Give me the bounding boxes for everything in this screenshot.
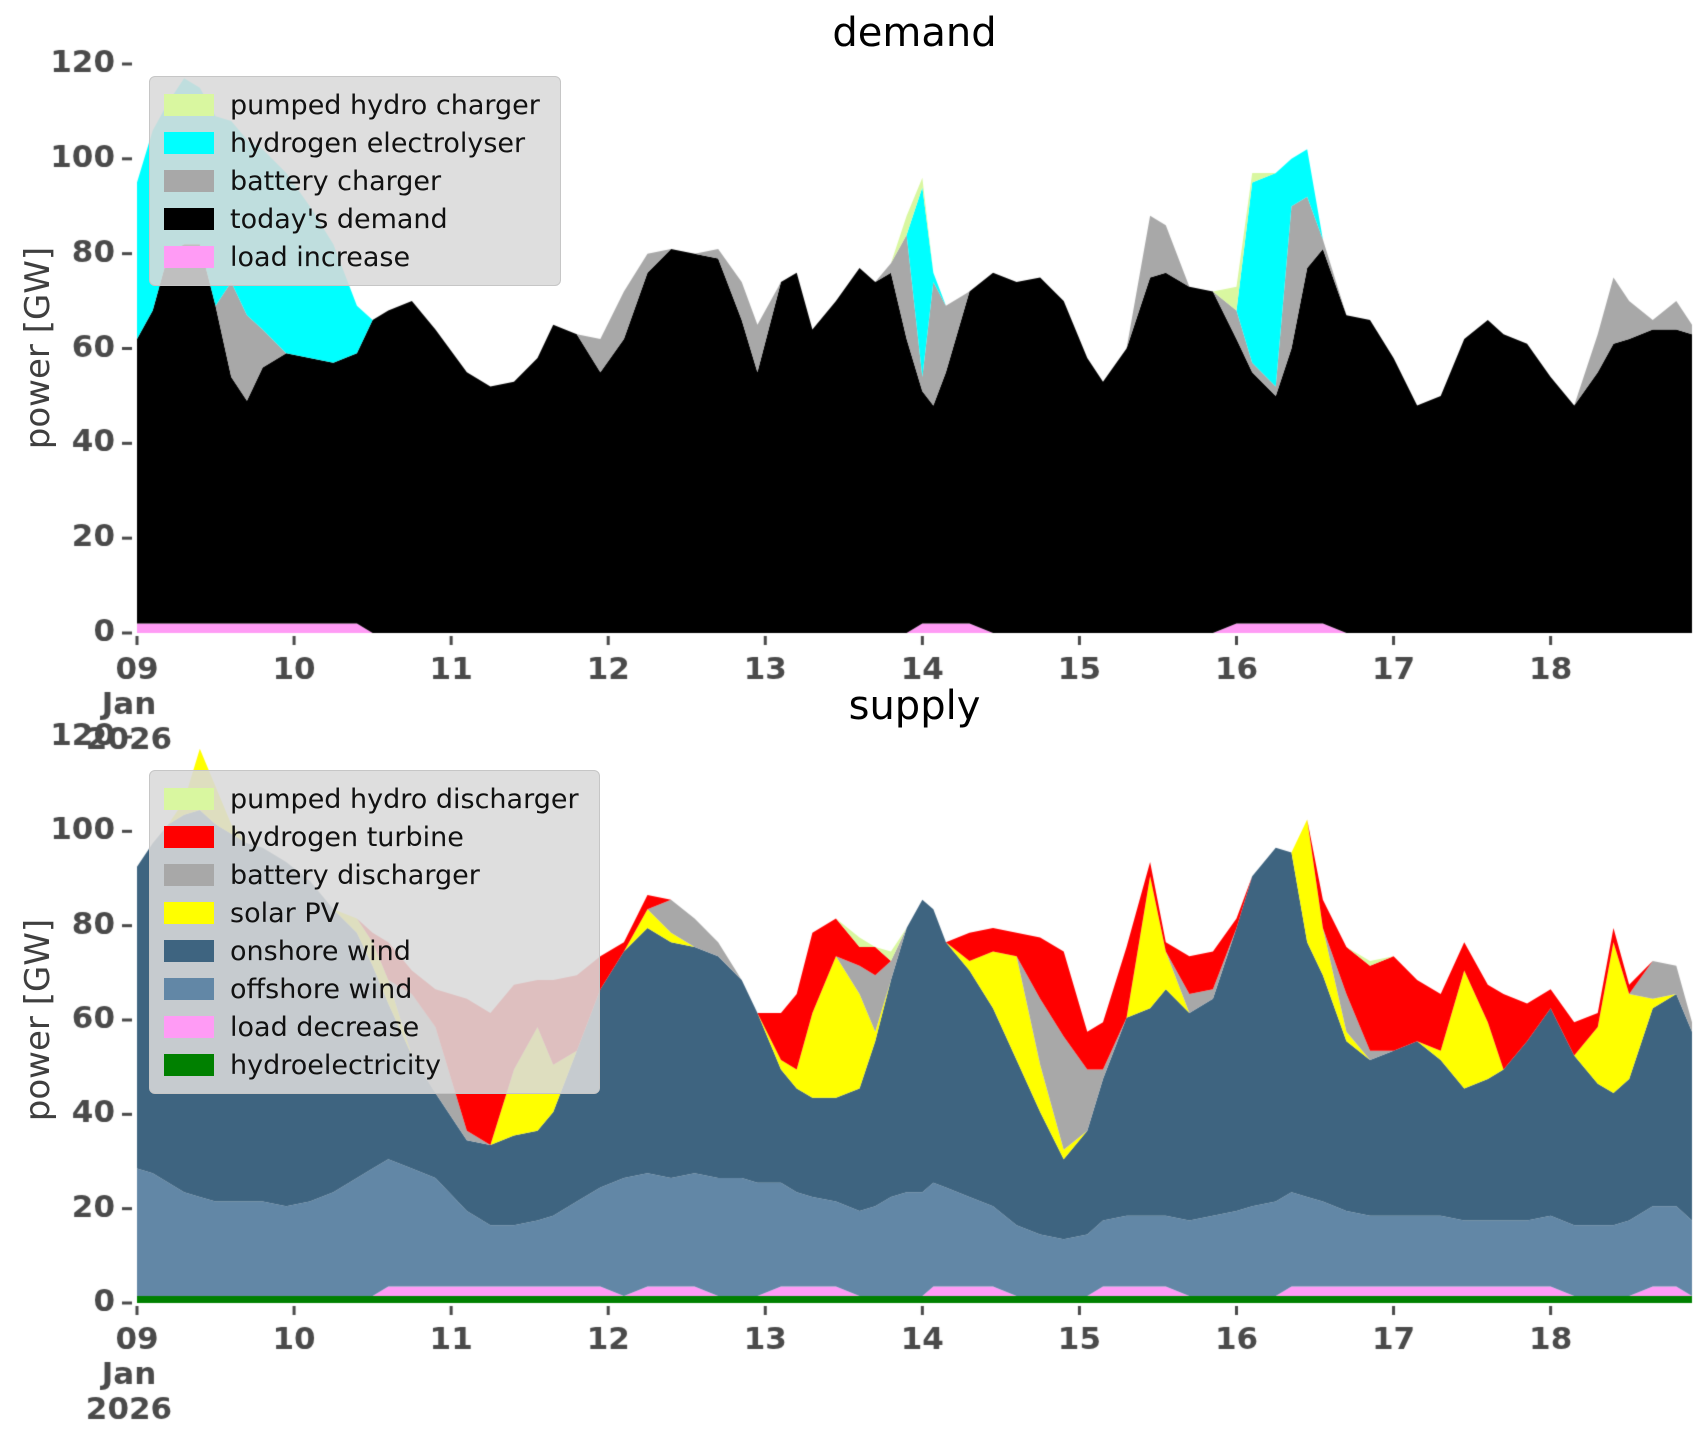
today-s-demand-swatch-icon <box>164 208 214 230</box>
hydrogen-turbine-swatch-icon <box>164 826 214 848</box>
legend-item: load increase <box>164 239 540 275</box>
legend-label: offshore wind <box>230 973 413 1005</box>
legend-label: hydroelectricity <box>230 1049 441 1081</box>
legend-item: onshore wind <box>164 933 579 969</box>
legend-label: onshore wind <box>230 935 411 967</box>
legend-label: battery charger <box>230 165 442 197</box>
hydroelectricity-swatch-icon <box>164 1054 214 1076</box>
legend-label: pumped hydro charger <box>230 89 540 121</box>
offshore-wind-swatch-icon <box>164 978 214 1000</box>
legend-label: hydrogen turbine <box>230 821 464 853</box>
pumped-hydro-discharger-swatch-icon <box>164 788 214 810</box>
demand-chart-title: demand <box>832 10 997 56</box>
legend-item: pumped hydro discharger <box>164 781 579 817</box>
supply-chart-title: supply <box>848 683 981 729</box>
legend-label: load decrease <box>230 1011 420 1043</box>
legend-item: battery discharger <box>164 857 579 893</box>
legend-label: hydrogen electrolyser <box>230 127 526 159</box>
legend-label: pumped hydro discharger <box>230 783 579 815</box>
legend-item: hydrogen electrolyser <box>164 125 540 161</box>
legend-item: load decrease <box>164 1009 579 1045</box>
supply-y-axis-label: power [GW] <box>18 918 58 1122</box>
legend-label: today's demand <box>230 203 448 235</box>
legend-label: load increase <box>230 241 411 273</box>
battery-discharger-swatch-icon <box>164 864 214 886</box>
legend-label: solar PV <box>230 897 340 929</box>
load-decrease-swatch-icon <box>164 1016 214 1038</box>
pumped-hydro-charger-swatch-icon <box>164 94 214 116</box>
legend-item: pumped hydro charger <box>164 87 540 123</box>
hydrogen-electrolyser-swatch-icon <box>164 132 214 154</box>
legend-label: battery discharger <box>230 859 480 891</box>
load-increase-swatch-icon <box>164 246 214 268</box>
supply-legend: pumped hydro discharger hydrogen turbine b… <box>149 770 600 1094</box>
solar-pv-swatch-icon <box>164 902 214 924</box>
legend-item: hydroelectricity <box>164 1047 579 1083</box>
figure: demand supply power [GW] power [GW] pump… <box>0 0 1706 1431</box>
onshore-wind-swatch-icon <box>164 940 214 962</box>
legend-item: today's demand <box>164 201 540 237</box>
legend-item: battery charger <box>164 163 540 199</box>
legend-item: solar PV <box>164 895 579 931</box>
demand-legend: pumped hydro charger hydrogen electrolyse… <box>149 76 561 286</box>
legend-item: hydrogen turbine <box>164 819 579 855</box>
battery-charger-swatch-icon <box>164 170 214 192</box>
legend-item: offshore wind <box>164 971 579 1007</box>
demand-y-axis-label: power [GW] <box>18 246 58 450</box>
